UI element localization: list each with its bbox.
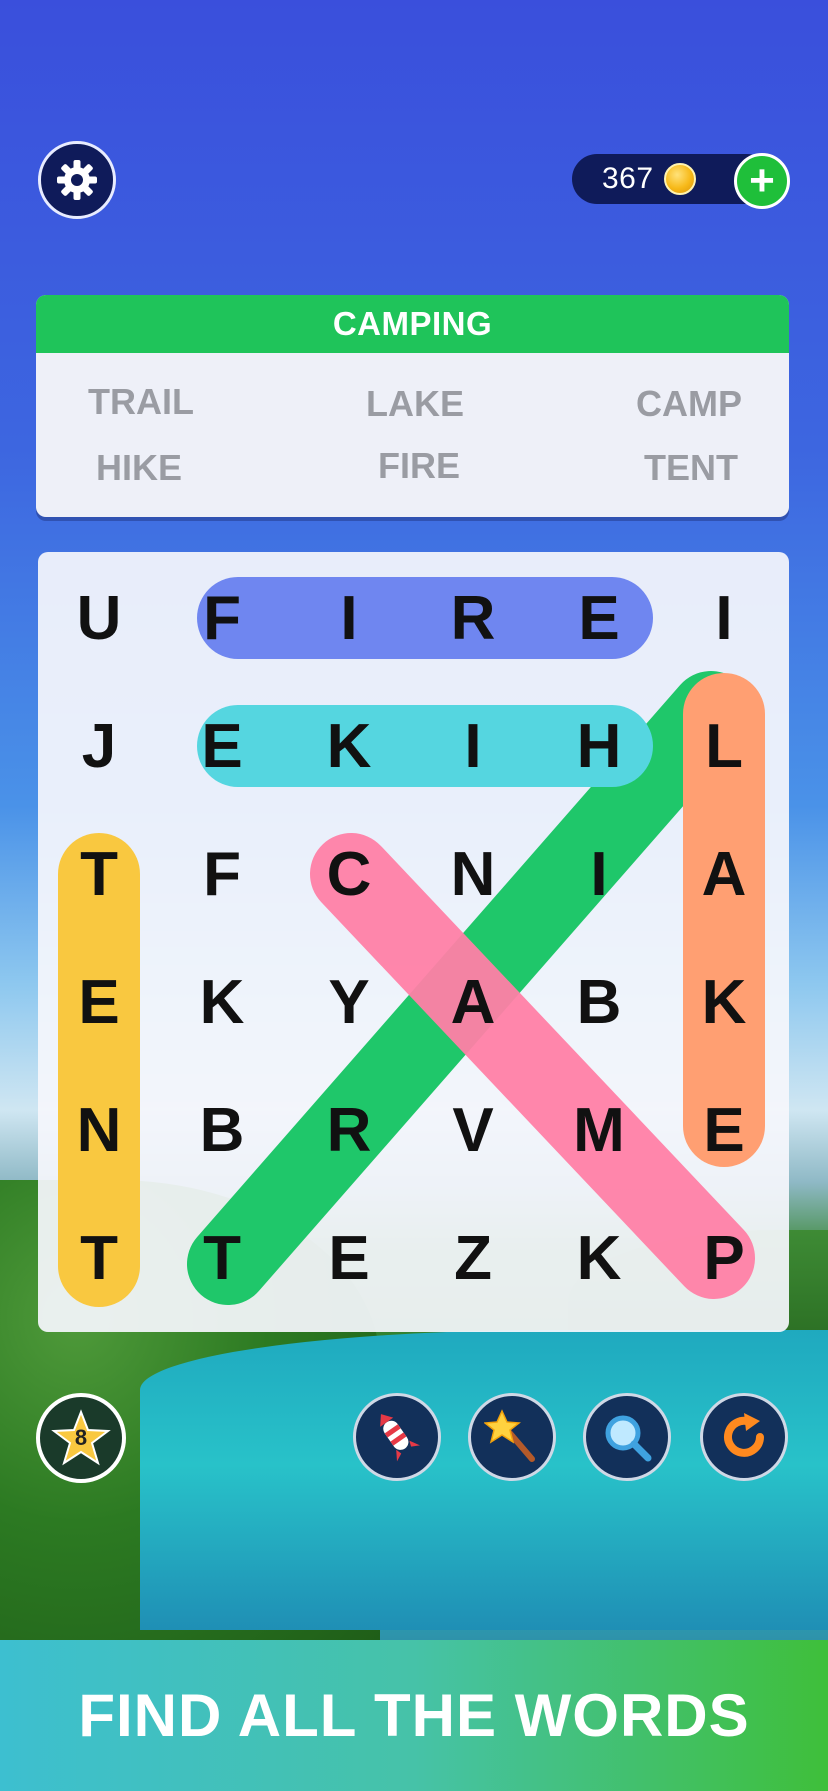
grid-cell[interactable]: H <box>537 682 661 810</box>
grid-cell[interactable]: R <box>411 554 535 682</box>
grid-cell[interactable]: E <box>287 1194 411 1322</box>
grid-cell[interactable]: V <box>411 1066 535 1194</box>
word-item: CAMP <box>636 383 742 424</box>
rocket-button[interactable] <box>353 1393 441 1481</box>
grid-cell[interactable]: N <box>37 1066 161 1194</box>
grid-cell[interactable]: R <box>287 1066 411 1194</box>
level-number: 8 <box>74 1425 88 1450</box>
magic-wand-icon <box>484 1409 535 1462</box>
letter-grid[interactable]: UFIREIJEKIHLTFCNIAEKYABKNBRVMETTEZKP <box>38 552 789 1332</box>
grid-cell[interactable]: T <box>37 810 161 938</box>
rocket-icon <box>380 1414 420 1462</box>
grid-cell[interactable]: E <box>537 554 661 682</box>
level-progress-button[interactable]: 8 <box>36 1393 126 1483</box>
grid-cell[interactable]: E <box>37 938 161 1066</box>
footer-text: FIND ALL THE WORDS <box>78 1682 750 1749</box>
grid-cell[interactable]: B <box>160 1066 284 1194</box>
grid-cell[interactable]: F <box>160 810 284 938</box>
grid-cell[interactable]: I <box>411 682 535 810</box>
coin-count: 367 <box>602 162 654 195</box>
lake-scenery <box>140 1330 828 1630</box>
grid-cell[interactable]: A <box>662 810 786 938</box>
coin-icon <box>663 163 696 195</box>
magnifier-icon <box>605 1415 652 1462</box>
footer-banner: FIND ALL THE WORDS <box>0 1640 828 1791</box>
grid-cell[interactable]: K <box>287 682 411 810</box>
grid-cell[interactable]: B <box>537 938 661 1066</box>
grid-cell[interactable]: T <box>37 1194 161 1322</box>
grid-cell[interactable]: N <box>411 810 535 938</box>
grid-cell[interactable]: P <box>662 1194 786 1322</box>
grid-cell[interactable]: L <box>662 682 786 810</box>
grid-cell[interactable]: F <box>160 554 284 682</box>
settings-button[interactable] <box>38 141 116 219</box>
word-item: LAKE <box>366 383 464 424</box>
magnifier-button[interactable] <box>583 1393 671 1481</box>
grid-cell[interactable]: K <box>662 938 786 1066</box>
add-coins-button[interactable]: + <box>734 153 790 209</box>
magic-wand-button[interactable] <box>468 1393 556 1481</box>
word-item: HIKE <box>96 447 183 488</box>
grid-cell[interactable]: Z <box>411 1194 535 1322</box>
grid-cell[interactable]: U <box>37 554 161 682</box>
word-item: FIRE <box>378 445 461 486</box>
grid-cell[interactable]: I <box>537 810 661 938</box>
grid-cell[interactable]: E <box>160 682 284 810</box>
word-item: TENT <box>644 447 738 488</box>
grid-cell[interactable]: T <box>160 1194 284 1322</box>
grid-cell[interactable]: I <box>287 554 411 682</box>
grid-cell[interactable]: C <box>287 810 411 938</box>
grid-cell[interactable]: M <box>537 1066 661 1194</box>
word-list-card: CAMPING TRAIL LAKE CAMP HIKE FIRE TENT <box>36 295 789 517</box>
grid-cell[interactable]: Y <box>287 938 411 1066</box>
shuffle-button[interactable] <box>700 1393 788 1481</box>
grid-cell[interactable]: J <box>37 682 161 810</box>
grid-cell[interactable]: K <box>537 1194 661 1322</box>
grid-cell[interactable]: K <box>160 938 284 1066</box>
word-item: TRAIL <box>88 381 194 422</box>
grid-cell[interactable]: I <box>662 554 786 682</box>
gear-icon <box>57 160 97 200</box>
refresh-icon <box>724 1413 764 1457</box>
grid-cell[interactable]: A <box>411 938 535 1066</box>
grid-cell[interactable]: E <box>662 1066 786 1194</box>
category-title: CAMPING <box>36 295 789 353</box>
